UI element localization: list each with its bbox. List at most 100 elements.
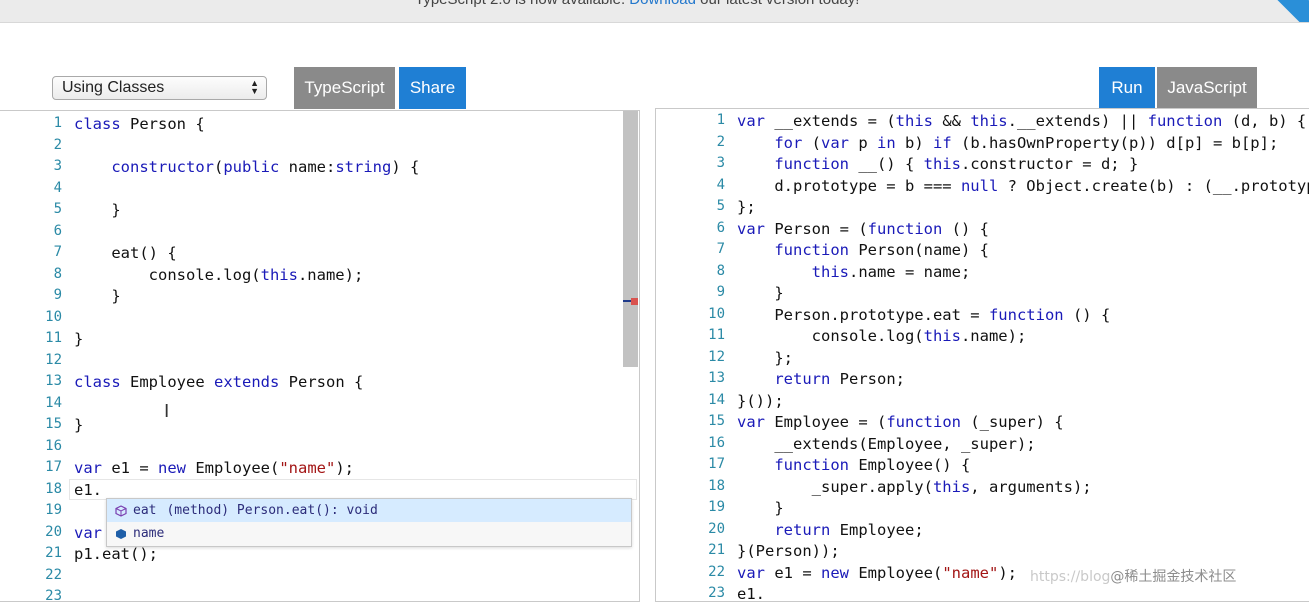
line-number: 4	[53, 179, 62, 196]
editor-scrollbar[interactable]	[623, 111, 638, 367]
line-number: 1	[716, 112, 725, 128]
tab-javascript[interactable]: JavaScript	[1157, 67, 1257, 109]
code-token: }	[74, 416, 84, 434]
line-number: 14	[45, 394, 62, 411]
code-token: p1.eat();	[74, 545, 158, 563]
code-text: e1.	[737, 585, 765, 602]
code-token: }	[74, 201, 121, 219]
field-icon	[115, 528, 127, 540]
line-number: 23	[45, 588, 62, 602]
banner-text-before: TypeScript 2.0 is now available.	[415, 0, 629, 8]
code-token: };	[737, 348, 793, 367]
code-token: }(Person));	[737, 542, 840, 560]
code-token: Person.prototype.eat =	[737, 305, 989, 324]
string-token: "name"	[942, 563, 999, 582]
keyword-token: var	[737, 563, 765, 582]
code-text: }(Person));	[737, 542, 840, 560]
code-token: Person = (	[765, 219, 868, 238]
banner-text: TypeScript 2.0 is now available. Downloa…	[415, 0, 859, 8]
code-text: eat() {	[74, 244, 177, 262]
code-token: () {	[942, 219, 989, 238]
download-link[interactable]: Download	[629, 0, 696, 8]
text-cursor-icon: I	[164, 401, 170, 422]
code-token: console.log(	[74, 265, 261, 284]
scrollbar-marker	[623, 298, 638, 305]
keyword-token: return	[774, 520, 831, 539]
line-number: 2	[716, 133, 725, 150]
line-number: 16	[708, 434, 725, 451]
corner-ribbon[interactable]	[1254, 0, 1309, 22]
code-text: return Person;	[737, 370, 905, 388]
code-token: };	[737, 198, 756, 216]
line-number: 7	[716, 241, 725, 257]
code-text: var __extends = (this && this.__extends)…	[737, 112, 1306, 130]
line-number: 22	[708, 563, 725, 580]
example-select-value: Using Classes	[62, 79, 165, 96]
example-select[interactable]: Using Classes ▲ ▼	[52, 76, 267, 100]
javascript-output-editor[interactable]: 1 var __extends = (this && this.__extends…	[655, 108, 1309, 602]
line-number: 19	[45, 502, 62, 518]
code-token: Employee;	[830, 520, 924, 539]
code-text: var e1 = new Employee("name");	[74, 459, 354, 477]
line-number: 1	[53, 115, 62, 131]
autocomplete-item[interactable]: eat (method) Person.eat(): void	[107, 499, 631, 522]
code-token: e1 =	[765, 563, 821, 582]
code-text: _super.apply(this, arguments);	[737, 478, 1092, 496]
code-text: p1.eat();	[74, 545, 158, 563]
code-token: e1.	[737, 585, 765, 602]
code-token: Employee() {	[848, 456, 971, 474]
code-token: }	[74, 330, 84, 348]
run-button[interactable]: Run	[1099, 67, 1155, 109]
code-token: _super.apply(	[737, 477, 933, 496]
string-token: "name"	[279, 459, 336, 477]
keyword-token: this	[260, 265, 298, 284]
keyword-token: var	[737, 112, 765, 130]
keyword-token: var	[821, 133, 849, 152]
code-text: for (var p in b) if (b.hasOwnProperty(p)…	[737, 134, 1278, 152]
code-token: Person {	[120, 115, 205, 133]
line-number: 18	[708, 477, 725, 494]
line-number: 13	[708, 370, 725, 386]
current-line-highlight	[69, 479, 637, 500]
code-text: __extends(Employee, _super);	[737, 435, 1035, 453]
code-token: (d, b) {	[1222, 112, 1307, 130]
autocomplete-item[interactable]: name	[107, 522, 631, 545]
autocomplete-label: eat	[133, 503, 157, 518]
keyword-token: function	[867, 219, 943, 238]
code-text: class Employee extends Person {	[74, 373, 363, 391]
code-token: Employee(	[186, 459, 280, 477]
autocomplete-popup[interactable]: eat (method) Person.eat(): void name	[106, 498, 632, 547]
code-token: &&	[932, 112, 971, 130]
code-token: () {	[1063, 305, 1111, 324]
keyword-token: var	[737, 219, 765, 238]
keyword-token: var	[737, 413, 765, 431]
keyword-token: new	[158, 459, 186, 477]
code-token: (	[802, 133, 821, 152]
code-token: eat() {	[74, 244, 177, 262]
code-text: return Employee;	[737, 520, 924, 539]
keyword-token: extends	[214, 373, 280, 391]
keyword-token: in	[877, 133, 896, 152]
code-token: .constructor = d; }	[960, 155, 1139, 173]
keyword-token: var	[74, 523, 102, 542]
autocomplete-detail: (method) Person.eat(): void	[166, 503, 378, 518]
tab-typescript[interactable]: TypeScript	[294, 67, 395, 109]
line-number: 20	[45, 523, 62, 540]
line-number: 3	[716, 155, 725, 171]
keyword-token: return	[774, 370, 831, 388]
watermark-author: @稀土掘金技术社区	[1110, 569, 1237, 585]
line-number: 6	[53, 222, 62, 239]
code-token: ) {	[391, 158, 420, 176]
line-number: 2	[53, 136, 62, 153]
line-number: 5	[716, 198, 725, 214]
code-token: b)	[895, 133, 933, 152]
line-number: 11	[45, 330, 62, 346]
line-number: 8	[53, 265, 62, 282]
share-button[interactable]: Share	[399, 67, 466, 109]
code-token: (	[213, 158, 224, 176]
line-number: 15	[45, 416, 62, 432]
